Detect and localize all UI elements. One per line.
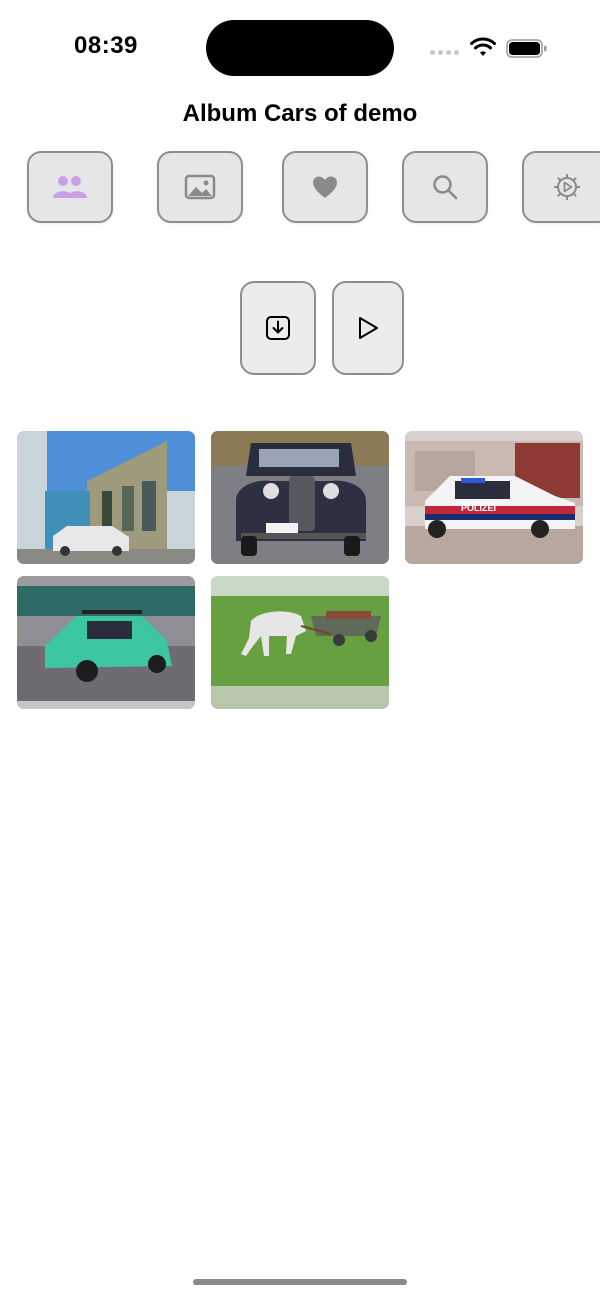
dynamic-island [206, 20, 394, 76]
search-button[interactable] [402, 151, 488, 223]
horse-cart-image [211, 576, 389, 709]
heart-icon [313, 176, 337, 198]
gear-icon [554, 174, 580, 200]
battery-icon [506, 39, 547, 58]
play-icon [359, 317, 378, 339]
people-button[interactable] [27, 151, 113, 223]
home-indicator[interactable] [193, 1279, 407, 1285]
download-button[interactable] [240, 281, 316, 375]
police-car-image: POLIZEI [405, 431, 583, 564]
settings-button[interactable] [522, 151, 600, 223]
page-title: Album Cars of demo [182, 100, 418, 127]
green-car-image [17, 576, 195, 709]
photo-thumbnail-vintage-car[interactable] [211, 431, 389, 564]
police-car-text: POLIZEI [461, 503, 496, 513]
photos-button[interactable] [157, 151, 243, 223]
favorites-button[interactable] [282, 151, 368, 223]
status-time: 08:39 [74, 32, 138, 59]
people-icon [53, 176, 87, 198]
search-icon [433, 175, 458, 200]
photo-thumbnail-old-car-street[interactable] [17, 431, 195, 564]
photo-thumbnail-green-car[interactable] [17, 576, 195, 709]
download-icon [266, 316, 290, 340]
wifi-icon [470, 37, 496, 56]
photo-icon [184, 174, 216, 200]
photo-thumbnail-horse-cart[interactable] [211, 576, 389, 709]
vintage-car-image [211, 431, 389, 564]
photo-thumbnail-police-car[interactable]: POLIZEI [405, 431, 583, 564]
old-car-street-image [17, 431, 195, 564]
play-button[interactable] [332, 281, 404, 375]
cellular-signal-icon [430, 50, 460, 58]
